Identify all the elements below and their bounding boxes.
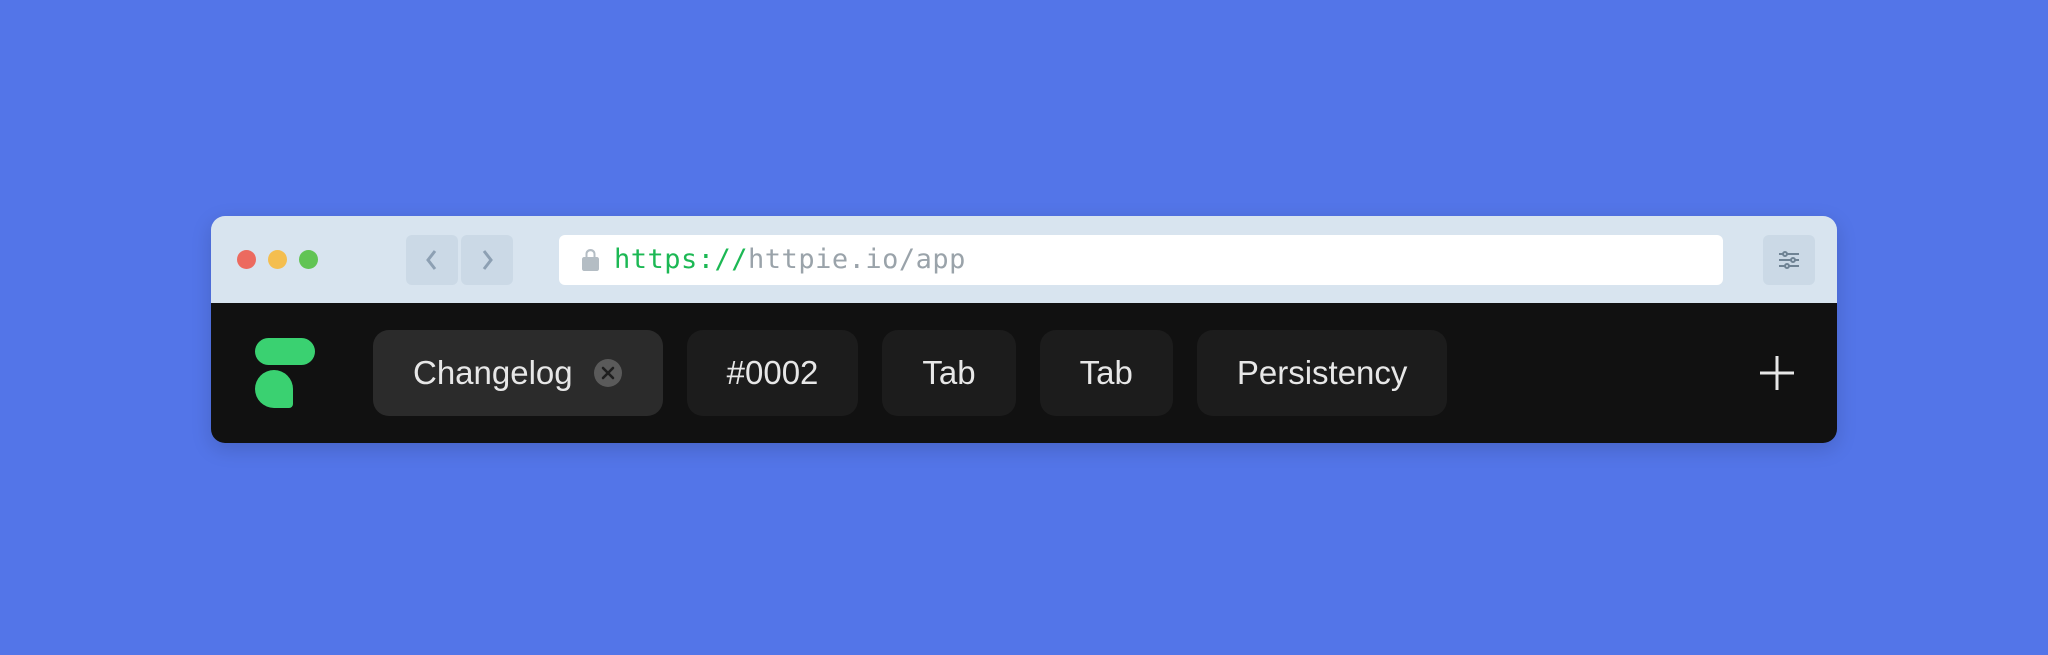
chevron-left-icon [425,249,439,271]
app-tab-bar: Changelog #0002 Tab Tab Persistency [211,303,1837,443]
window-close-button[interactable] [237,250,256,269]
tab-close-button[interactable] [593,358,623,388]
app-logo[interactable] [255,338,315,408]
plus-icon [1756,352,1798,394]
url-path: httpie.io/app [748,244,966,275]
tab-label: Changelog [413,354,573,392]
tab-label: Tab [1080,354,1133,392]
tab-generic-2[interactable]: Tab [1040,330,1173,416]
new-tab-button[interactable] [1751,347,1803,399]
browser-window: https://httpie.io/app Changelog [211,216,1837,443]
tab-persistency[interactable]: Persistency [1197,330,1448,416]
tab-list: Changelog #0002 Tab Tab Persistency [373,330,1715,416]
lock-icon [581,249,600,271]
browser-settings-button[interactable] [1763,235,1815,285]
url-scheme: https:// [614,244,748,275]
nav-back-button[interactable] [406,235,458,285]
browser-chrome: https://httpie.io/app [211,216,1837,303]
chevron-right-icon [480,249,494,271]
nav-forward-button[interactable] [461,235,513,285]
tab-generic-1[interactable]: Tab [882,330,1015,416]
close-circle-icon [593,358,623,388]
tab-0002[interactable]: #0002 [687,330,859,416]
tab-label: #0002 [727,354,819,392]
window-minimize-button[interactable] [268,250,287,269]
tab-changelog[interactable]: Changelog [373,330,663,416]
tab-label: Persistency [1237,354,1408,392]
tab-label: Tab [922,354,975,392]
address-bar[interactable]: https://httpie.io/app [559,235,1723,285]
nav-buttons [406,235,513,285]
window-zoom-button[interactable] [299,250,318,269]
sliders-icon [1778,250,1800,270]
window-controls [237,250,318,269]
url-text: https://httpie.io/app [614,244,966,275]
